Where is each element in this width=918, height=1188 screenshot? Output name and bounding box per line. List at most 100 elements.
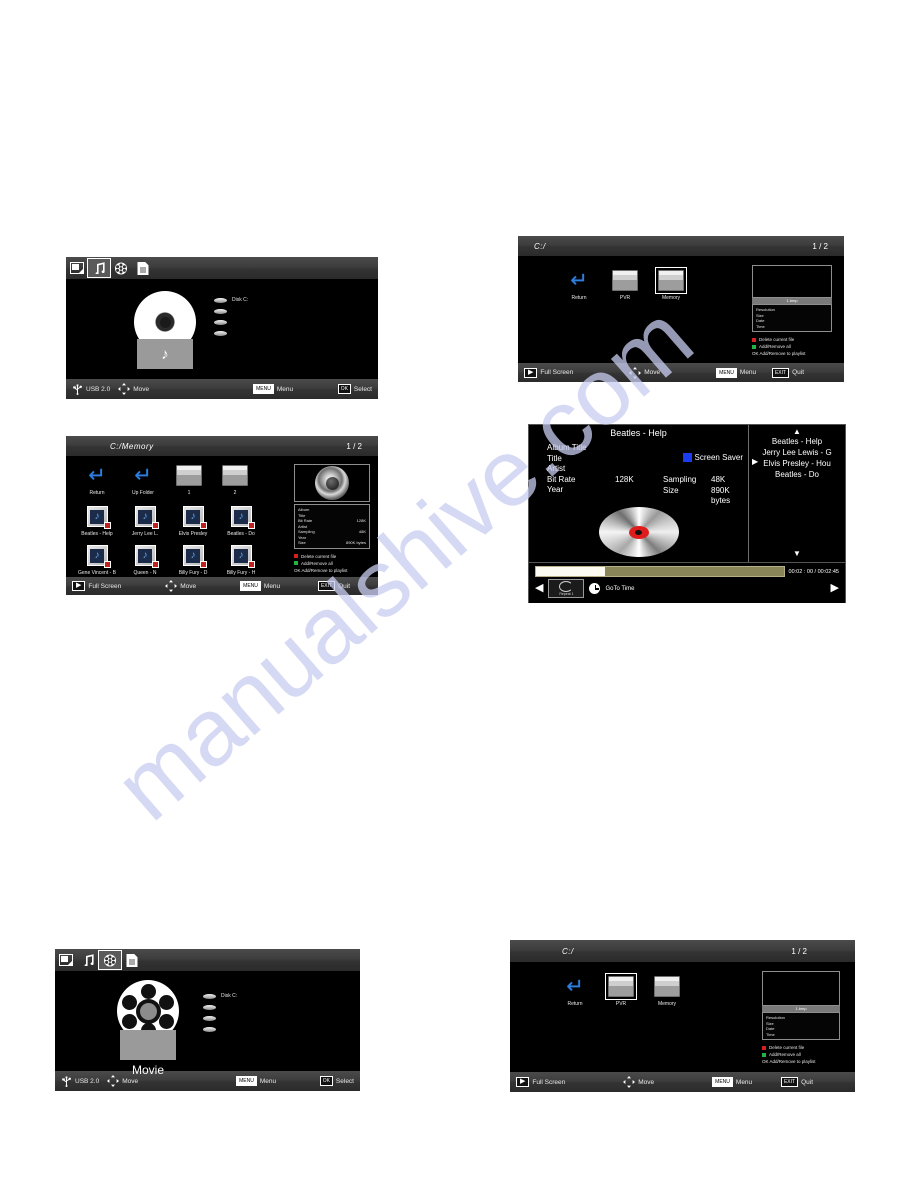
menu-label: Menu [735,1078,753,1086]
root-memory-body: ↵ Return PVR Memory 1.bmp Resolution Siz… [518,256,844,363]
ok-keycap[interactable]: OK [337,384,351,394]
status-move: Move [629,366,660,379]
tab-text[interactable] [132,259,154,277]
music-file-icon: ♪ [182,545,207,568]
item-label: Return [571,295,587,301]
exit-keycap[interactable]: EXIT [771,367,790,378]
status-menu: MENU Menu [240,581,280,591]
tab-music[interactable] [87,258,111,278]
list-item[interactable]: ♪ Billy Fury - H [218,543,264,576]
playlist-scroll-down[interactable]: ▼ [749,549,845,558]
playlist-item[interactable]: Jerry Lee Lewis - G [749,447,845,458]
play-keycap[interactable]: ▶ [524,367,538,378]
tab-movie[interactable] [110,259,132,277]
checkbox-marker [103,522,111,529]
list-item[interactable]: ♪ Queen - N [122,543,168,576]
playlist-scroll-up[interactable]: ▲ [749,425,845,436]
panel-music-home: ♪ Disk C: USB 2.0 Move MENU Menu OK Sele… [66,257,378,399]
disk-row[interactable]: Disk C: [203,993,237,999]
playlist-item[interactable]: Elvis Presley - Hou [749,458,845,469]
tab-text[interactable] [121,951,143,969]
progress-bar[interactable] [535,566,785,577]
panel-root-pvr: C:/ 1 / 2 ↵ Return PVR Memory 1.bmp Reso… [510,940,855,1092]
disk-row[interactable] [203,1005,237,1010]
ok-keycap[interactable]: OK [319,1076,333,1086]
next-button[interactable]: ▶ [831,583,839,594]
status-select: OK Select [337,384,372,394]
item-label: 2 [233,490,237,496]
file-label: Elvis Presley [178,531,208,537]
metadata-panel: Resolution Size Date Time [762,1012,840,1040]
status-move: Move [118,383,149,395]
music-file-icon: ♪ [86,506,111,529]
repeat-button[interactable]: Repeat 1 [548,579,585,598]
menu-keycap[interactable]: MENU [712,1077,733,1087]
item-return[interactable]: ↵ Return [552,974,598,1007]
item-list: ↵ Return PVR Memory [556,267,694,301]
tab-movie[interactable] [98,950,122,970]
play-keycap[interactable]: ▶ [516,1077,530,1087]
menu-keycap[interactable]: MENU [716,367,737,378]
exit-keycap[interactable]: EXIT [317,581,336,591]
item-pvr[interactable]: PVR [602,268,648,301]
checkbox-marker [151,561,159,568]
status-bar-home: USB 2.0 Move MENU Menu OK Select [66,379,378,399]
list-item[interactable]: ♪ Gene Vincent - B [74,543,120,576]
item-return[interactable]: ↵ Return [556,268,602,301]
play-keycap[interactable]: ▶ [72,581,86,591]
list-item[interactable]: ♪ Jerry Lee L. [122,504,168,537]
goto-time-label[interactable]: GoTo Time [605,586,634,592]
file-label: Jerry Lee L. [131,531,159,537]
legend-swatch-red [762,1045,766,1050]
item-memory[interactable]: Memory [648,267,694,301]
list-item[interactable]: ♪ Beatles - Help [74,504,120,537]
screen-saver-swatch [682,453,692,462]
item-memory[interactable]: Memory [644,974,690,1007]
now-playing-right-values: 48K 890K bytes [711,475,748,507]
tab-photo[interactable] [55,951,77,969]
usb-label: USB 2.0 [86,385,111,393]
meta-key: Size [298,540,306,545]
disk-row[interactable] [203,1027,237,1032]
playlist-item[interactable]: Beatles - Help [749,436,845,447]
disk-row[interactable]: Disk C: [214,297,248,303]
prev-button[interactable]: ◀ [535,583,543,594]
meta-value: 128K [356,518,366,523]
item-pvr[interactable]: PVR [598,973,644,1007]
select-label: Select [353,385,372,393]
disk-icon [214,320,227,325]
disk-row[interactable] [214,309,248,314]
clock-icon [589,583,601,594]
playlist-item[interactable]: Beatles - Do [749,469,845,480]
menu-keycap[interactable]: MENU [253,384,274,394]
player-top: Beatles - Help Album Title Title Artist … [529,425,845,562]
disk-row[interactable] [203,1016,237,1021]
exit-keycap[interactable]: EXIT [780,1077,799,1087]
item-return[interactable]: ↵ Return [74,463,120,496]
preview-thumbnail [752,265,832,298]
playlist-panel: ▲ ▶ Beatles - Help Jerry Lee Lewis - G E… [748,425,845,562]
panel-file-browser: C:/Memory 1 / 2 ↵ Return ↵ Up Folder 1 2 [66,436,378,595]
list-item[interactable]: ♪ Elvis Presley [170,504,216,537]
item-label: Return [89,490,105,496]
list-item[interactable]: ♪ Billy Fury - D [170,543,216,576]
tab-music[interactable] [77,951,99,969]
file-grid: ♪ Beatles - Help ♪ Jerry Lee L. ♪ Elvis … [74,504,266,576]
list-item[interactable]: ♪ Beatles - Do [218,504,264,537]
item-up-folder[interactable]: ↵ Up Folder [120,463,166,496]
item-folder-1[interactable]: 1 [166,463,212,496]
checkbox-marker [103,561,111,568]
panel-root-memory: C:/ 1 / 2 ↵ Return PVR Memory 1.bmp Reso… [518,236,844,382]
tab-photo[interactable] [66,259,88,277]
menu-keycap[interactable]: MENU [236,1076,257,1086]
screen-saver-toggle[interactable]: Screen Saver [682,453,743,462]
item-folder-2[interactable]: 2 [212,463,258,496]
info-panel: Album Title Bit Rate 128K Artist Sampling… [294,464,370,574]
legend-label: Add/Remove all [301,560,333,566]
preview-thumbnail [762,971,840,1006]
legend-label: Delete current file [301,553,337,559]
disk-row[interactable] [214,320,248,325]
disk-row[interactable] [214,331,248,336]
item-label: Memory [661,295,681,301]
menu-keycap[interactable]: MENU [240,581,261,591]
